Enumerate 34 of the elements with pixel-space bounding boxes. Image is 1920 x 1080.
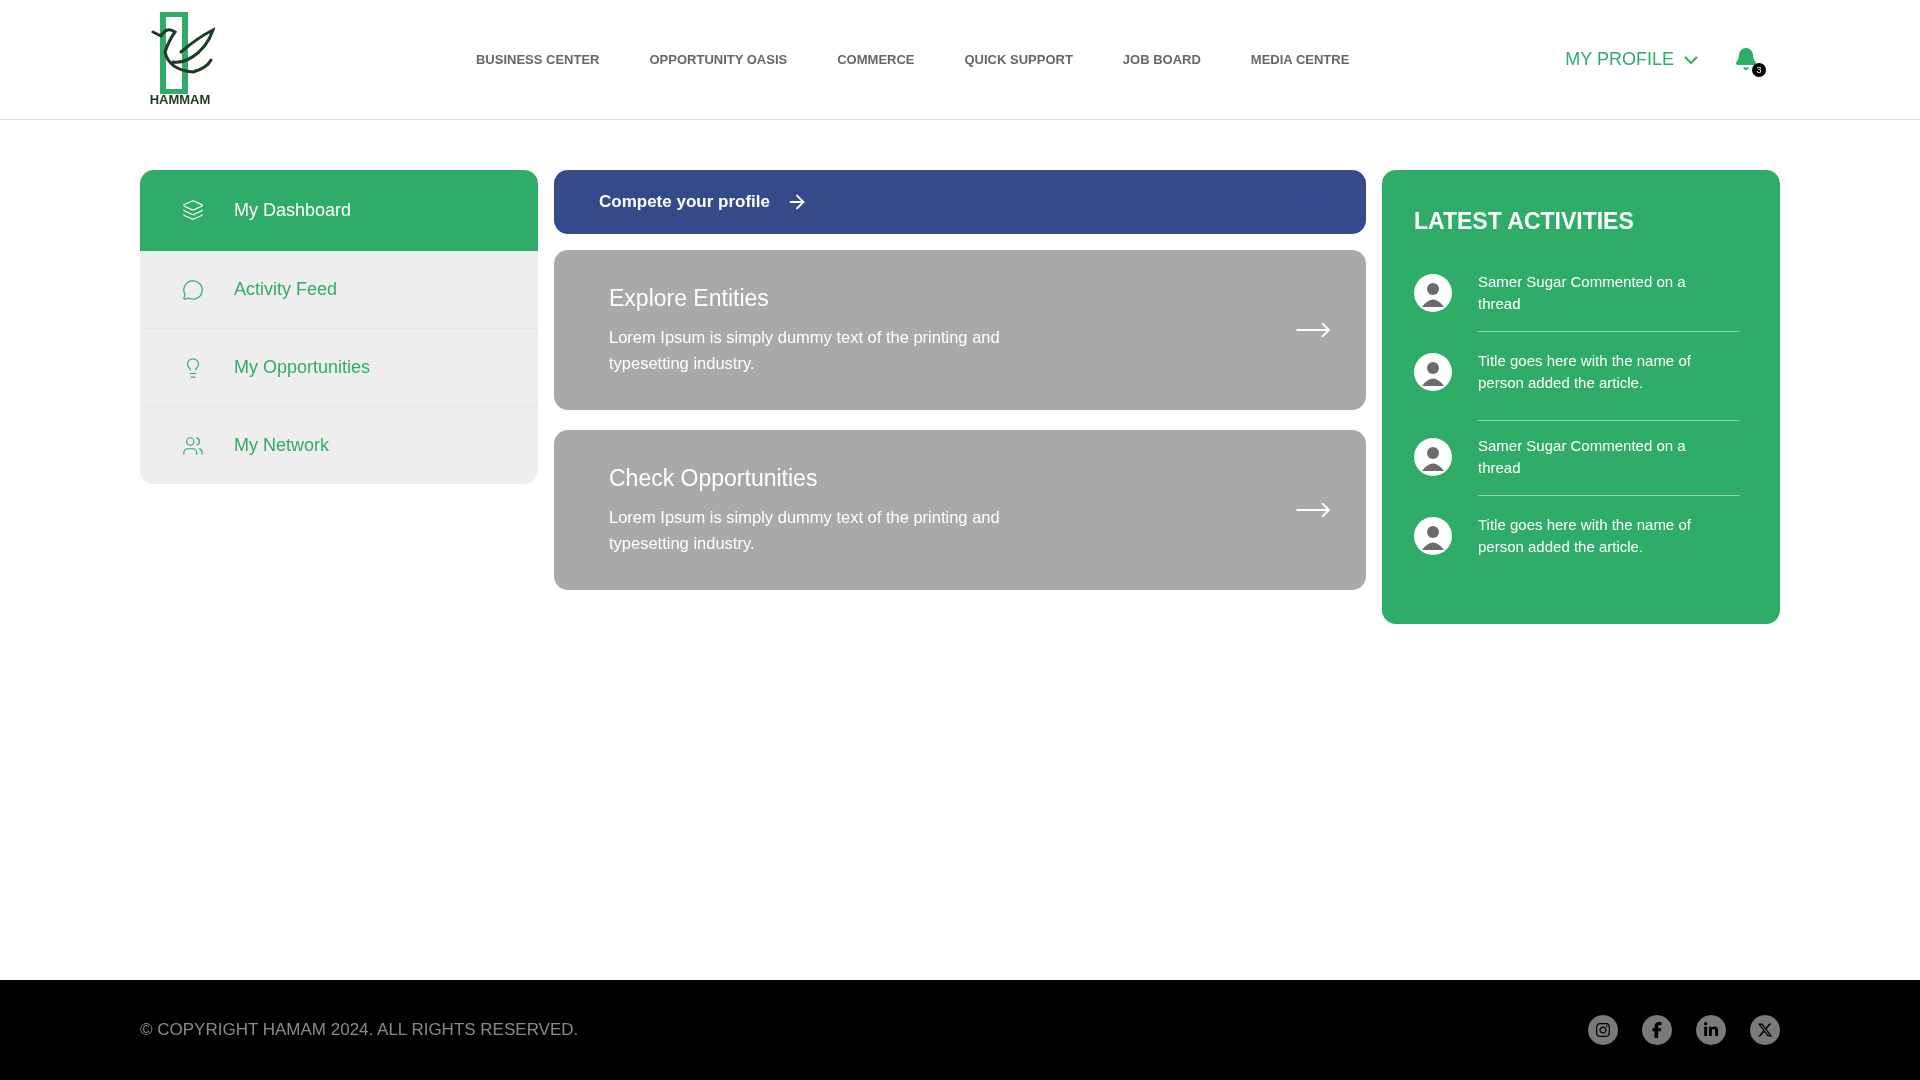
- activity-text: Title goes here with the name of person added the article.: [1478, 515, 1692, 557]
- chat-icon: [182, 278, 204, 301]
- panel-title: LATEST ACTIVITIES: [1414, 208, 1635, 235]
- card-title: Check Opportunities: [609, 464, 819, 492]
- facebook-icon[interactable]: [1642, 1015, 1672, 1045]
- activity-text: Title goes here with the name of person added the article.: [1478, 351, 1692, 393]
- nav-link[interactable]: OPPORTUNITY OASIS: [649, 52, 788, 67]
- notification-badge: 3: [1752, 62, 1766, 77]
- nav-link[interactable]: JOB BOARD: [1122, 52, 1201, 67]
- instagram-icon[interactable]: [1588, 1015, 1618, 1045]
- logo-text: HAMMAM: [149, 92, 211, 107]
- avatar-icon: [1414, 517, 1452, 555]
- activity-text: Samer Sugar Commented on a thread: [1478, 436, 1687, 478]
- avatar-icon: [1414, 353, 1452, 391]
- avatar-icon: [1414, 274, 1452, 312]
- card-description: Lorem Ipsum is simply dummy text of the printing and typesetting industry.: [609, 326, 1001, 374]
- complete-profile-link[interactable]: Compete your profile: [599, 191, 808, 213]
- nav-link[interactable]: QUICK SUPPORT: [964, 52, 1073, 67]
- profile-menu-button[interactable]: MY PROFILE: [1565, 49, 1698, 70]
- copyright-text: © COPYRIGHT HAMAM 2024. ALL RIGHTS RESERVED.: [140, 1020, 579, 1040]
- nav-link[interactable]: COMMERCE: [837, 52, 915, 67]
- card-title: Explore Entities: [609, 284, 770, 312]
- avatar-icon: [1414, 438, 1452, 476]
- nav-link[interactable]: MEDIA CENTRE: [1250, 52, 1350, 67]
- users-icon: [182, 434, 204, 457]
- x-icon[interactable]: [1750, 1015, 1780, 1045]
- bell-icon[interactable]: [1734, 46, 1758, 71]
- linkedin-icon[interactable]: [1696, 1015, 1726, 1045]
- nav-link[interactable]: BUSINESS CENTER: [475, 52, 600, 67]
- activity-text: Samer Sugar Commented on a thread: [1478, 272, 1687, 314]
- chevron-down-icon: [1684, 55, 1698, 64]
- sidebar-item[interactable]: My Dashboard: [140, 170, 538, 251]
- card-description: Lorem Ipsum is simply dummy text of the printing and typesetting industry.: [609, 506, 1001, 554]
- layers-icon: [182, 199, 204, 221]
